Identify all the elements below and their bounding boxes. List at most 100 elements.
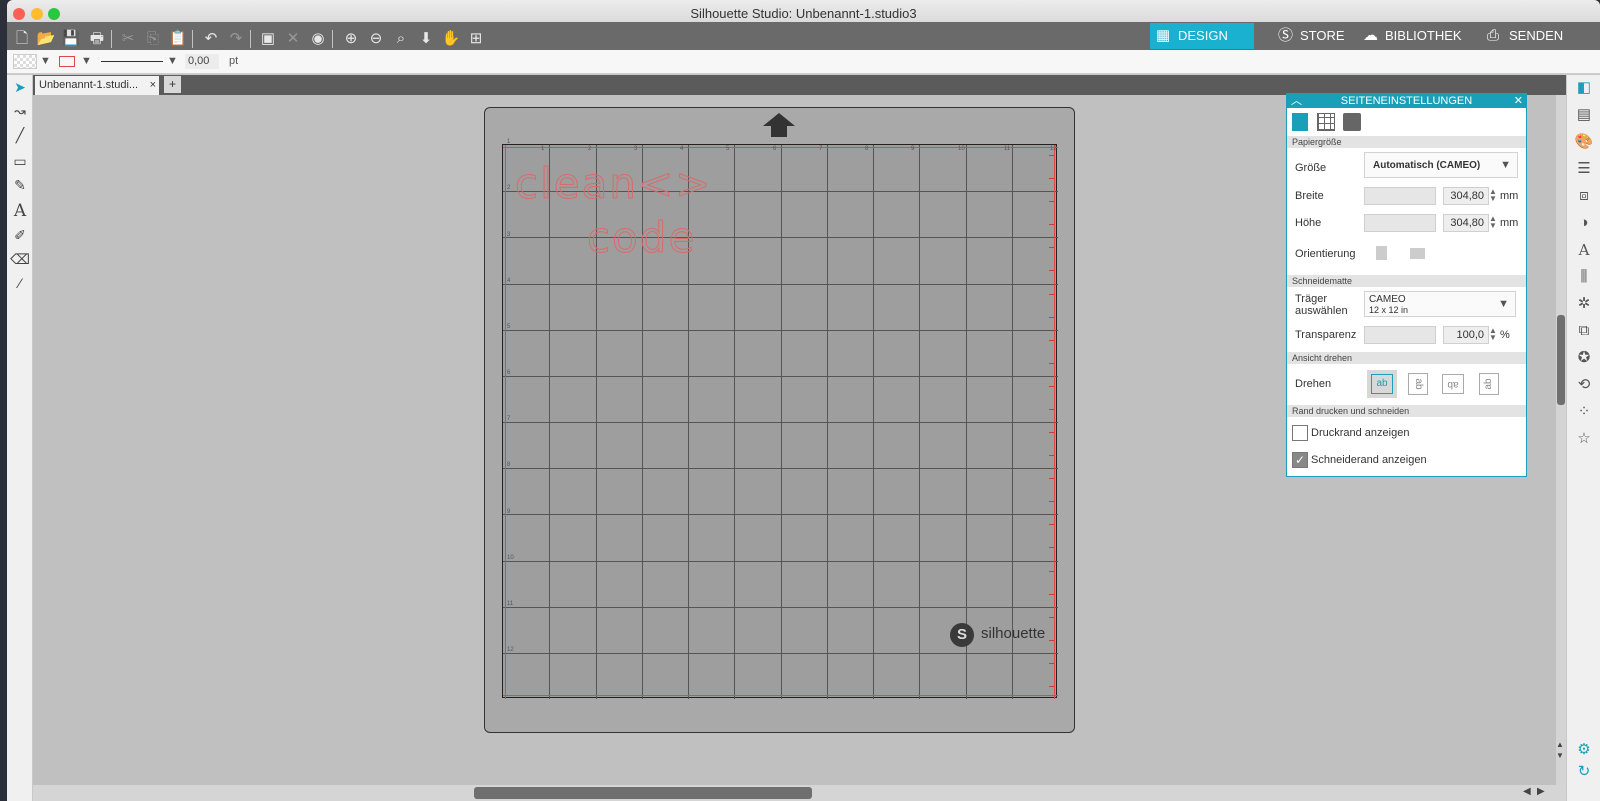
line-style-dropdown-icon[interactable]: ▼ [167, 55, 178, 67]
new-file-icon[interactable]: 🗋 [12, 29, 32, 49]
nav-design-tab[interactable]: ▦ DESIGN [1150, 23, 1254, 49]
rotate-180-button[interactable]: ab [1442, 374, 1464, 394]
knife-tool-icon[interactable]: ⌫ [10, 249, 30, 269]
align-icon[interactable]: ⫼ [1573, 266, 1595, 288]
size-label: Größe [1295, 162, 1327, 174]
nav-store-tab[interactable]: Ⓢ STORE [1272, 23, 1352, 49]
nav-send-tab[interactable]: ⎙ SENDEN [1481, 23, 1581, 49]
save-icon[interactable]: 💾 [61, 29, 81, 49]
design-text-code[interactable]: code [586, 213, 696, 263]
select-by-color-icon[interactable]: ◉ [308, 29, 328, 49]
image-trace-icon[interactable]: ▤ [1573, 104, 1595, 126]
width-stepper-icon[interactable]: ▲ ▼ [1489, 188, 1497, 203]
open-folder-icon[interactable]: 📂 [36, 29, 56, 49]
pan-hand-icon[interactable]: ✋ [441, 29, 461, 49]
deselect-icon[interactable]: ✕ [283, 29, 303, 49]
page-tab-icon[interactable] [1292, 113, 1308, 131]
height-stepper-icon[interactable]: ▲ ▼ [1489, 215, 1497, 230]
horizontal-scroll-thumb[interactable] [474, 787, 812, 799]
nav-library-tab[interactable]: ☁ BIBLIOTHEK [1357, 23, 1467, 49]
transparency-input[interactable]: 100,0 [1443, 326, 1489, 344]
scroll-right-icon[interactable]: ▶ [1537, 786, 1545, 797]
favorite-star-icon[interactable]: ☆ [1573, 428, 1595, 450]
line-color-dropdown-icon[interactable]: ▼ [81, 55, 92, 67]
rotate-270-button[interactable]: ab [1479, 373, 1499, 395]
width-slider[interactable] [1364, 187, 1436, 205]
eyedropper-tool-icon[interactable]: ⁄ [10, 273, 30, 293]
background-tab-icon[interactable] [1343, 113, 1361, 131]
select-all-icon[interactable]: ▣ [258, 29, 278, 49]
nav-design-label: DESIGN [1178, 28, 1228, 43]
page-fit-icon[interactable]: ⊞ [466, 29, 486, 49]
undo-icon[interactable]: ↶ [201, 29, 221, 49]
redo-icon[interactable]: ↷ [226, 29, 246, 49]
copy-icon[interactable]: ⎘ [143, 29, 163, 49]
width-input[interactable]: 304,80 [1443, 187, 1489, 205]
zoom-window-button[interactable] [48, 8, 60, 20]
add-tab-button[interactable]: + [164, 76, 181, 93]
rotate-90-button[interactable]: ab [1408, 373, 1428, 395]
line-style-preview[interactable] [101, 61, 163, 62]
design-text-clean[interactable]: clean<> [514, 159, 712, 209]
line-tool-icon[interactable]: ╱ [10, 125, 30, 145]
minimize-window-button[interactable] [31, 8, 43, 20]
modify-icon[interactable]: ⧉ [1573, 320, 1595, 342]
fill-color-swatch[interactable] [13, 54, 37, 69]
scroll-down-icon[interactable]: ▼ [1556, 751, 1564, 760]
cut-icon[interactable]: ✂ [118, 29, 138, 49]
star-shape-icon[interactable]: ✪ [1573, 347, 1595, 369]
scroll-up-icon[interactable]: ▲ [1556, 740, 1564, 749]
vertical-scroll-thumb[interactable] [1557, 315, 1565, 405]
text-style-icon[interactable]: A [1573, 239, 1595, 261]
print-border-checkbox[interactable] [1292, 425, 1308, 441]
transparency-stepper-icon[interactable]: ▲ ▼ [1489, 327, 1497, 342]
select-arrow-icon[interactable]: ➤ [10, 77, 30, 97]
document-tab[interactable]: Unbenannt-1.studi... × [35, 76, 159, 95]
scatter-icon[interactable]: ⁘ [1573, 401, 1595, 423]
zoom-in-icon[interactable]: ⊕ [341, 29, 361, 49]
feed-direction-arrow-icon [763, 113, 795, 137]
landscape-orientation-icon[interactable] [1410, 248, 1425, 259]
page-settings-icon[interactable]: ◧ [1573, 77, 1595, 99]
replicate-icon[interactable]: ✲ [1573, 293, 1595, 315]
eraser-tool-icon[interactable]: ✐ [10, 225, 30, 245]
point-edit-icon[interactable]: ↝ [10, 101, 30, 121]
size-dropdown[interactable]: Automatisch (CAMEO) ▼ [1364, 152, 1518, 178]
close-window-button[interactable] [13, 8, 25, 20]
ruler-tick [1049, 432, 1054, 433]
horizontal-scrollbar[interactable]: ◀ ▶ [33, 785, 1566, 801]
close-panel-icon[interactable]: ✕ [1514, 94, 1523, 108]
zoom-out-icon[interactable]: ⊖ [366, 29, 386, 49]
line-color-swatch[interactable] [59, 56, 75, 67]
transparency-slider[interactable] [1364, 326, 1436, 344]
offset-icon[interactable]: ⧈ [1573, 185, 1595, 207]
transparency-unit: % [1500, 329, 1510, 341]
transparency-icon[interactable]: ◑ [1573, 212, 1595, 234]
settings-gear-icon[interactable]: ⚙ [1573, 739, 1595, 761]
rectangle-tool-icon[interactable]: ▭ [10, 151, 30, 171]
collapse-panel-icon[interactable]: ︿ [1291, 94, 1302, 108]
print-icon[interactable]: 🖶 [87, 29, 107, 49]
portrait-orientation-icon[interactable] [1376, 246, 1387, 260]
zoom-selection-icon[interactable]: ⌕ [391, 29, 411, 49]
line-style-icon[interactable]: ☰ [1573, 158, 1595, 180]
height-input[interactable]: 304,80 [1443, 214, 1489, 232]
grid-tab-icon[interactable] [1317, 113, 1335, 131]
grid-line [503, 514, 1058, 515]
carrier-dropdown[interactable]: CAMEO 12 x 12 in ▼ [1364, 291, 1516, 317]
vertical-scrollbar[interactable]: ▲ ▼ [1556, 95, 1566, 785]
line-width-input[interactable]: 0,00 [185, 54, 219, 69]
refresh-icon[interactable]: ↻ [1573, 761, 1595, 783]
scroll-left-icon[interactable]: ◀ [1523, 786, 1531, 797]
fill-palette-icon[interactable]: 🎨 [1573, 131, 1595, 153]
library-icon[interactable]: ⟲ [1573, 374, 1595, 396]
fit-to-page-icon[interactable]: ⬇ [416, 29, 436, 49]
cut-border-checkbox[interactable]: ✓ [1292, 452, 1308, 468]
close-tab-icon[interactable]: × [150, 76, 156, 94]
fill-dropdown-icon[interactable]: ▼ [40, 55, 51, 67]
height-slider[interactable] [1364, 214, 1436, 232]
pencil-tool-icon[interactable]: ✎ [10, 175, 30, 195]
rotate-0-button[interactable]: ab [1371, 374, 1393, 394]
text-tool-icon[interactable]: A [10, 201, 30, 221]
paste-icon[interactable]: 📋 [168, 29, 188, 49]
